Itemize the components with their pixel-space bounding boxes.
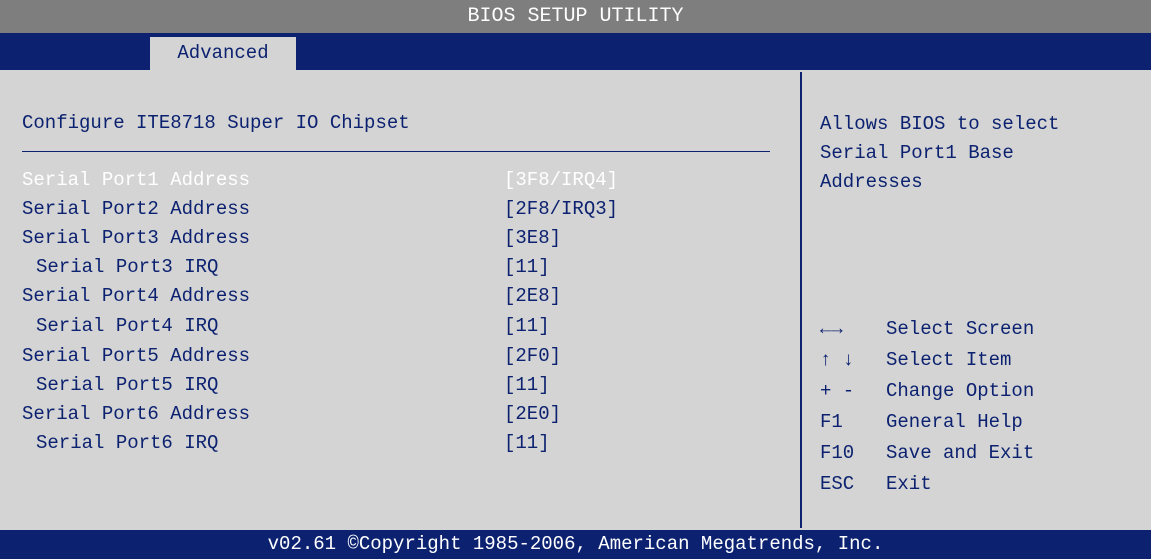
setting-label: Serial Port1 Address [22,169,251,191]
setting-value[interactable]: [3E8] [504,224,561,253]
setting-value[interactable]: [11] [504,253,550,282]
setting-label: Serial Port4 Address [22,285,251,307]
setting-value[interactable]: [2F0] [504,342,561,371]
key-action: Select Screen [886,318,1035,340]
title-bar: BIOS SETUP UTILITY [0,0,1151,33]
section-title: Configure ITE8718 Super IO Chipset [22,112,410,134]
key-action: Exit [886,473,932,495]
key-f1: F1 [820,411,843,433]
setting-value[interactable]: [11] [504,312,550,341]
setting-label: Serial Port4 IRQ [36,315,219,337]
setting-value[interactable]: [2E0] [504,400,561,429]
setting-value[interactable]: [2E8] [504,282,561,311]
help-line: Allows BIOS to select [820,113,1060,135]
setting-label: Serial Port5 IRQ [36,374,219,396]
help-line: Serial Port1 Base [820,142,1014,164]
copyright-footer: v02.61 ©Copyright 1985-2006, American Me… [0,530,1151,559]
setting-value[interactable]: [11] [504,429,550,458]
setting-label: Serial Port6 Address [22,403,251,425]
key-action: Select Item [886,349,1012,371]
key-esc: ESC [820,473,855,495]
arrow-left-right-icon: ←→ [820,318,843,340]
setting-label: Serial Port5 Address [22,345,251,367]
settings-panel: Configure ITE8718 Super IO Chipset Seria… [0,70,790,530]
key-f10: F10 [820,442,855,464]
setting-label: Serial Port6 IRQ [36,432,219,454]
setting-value[interactable]: [3F8/IRQ4] [504,166,618,195]
setting-label: Serial Port3 IRQ [36,256,219,278]
setting-label: Serial Port3 Address [22,227,251,249]
setting-value[interactable]: [2F8/IRQ3] [504,195,618,224]
key-action: Change Option [886,380,1035,402]
tab-advanced[interactable]: Advanced [150,37,296,70]
help-panel: Allows BIOS to select Serial Port1 Base … [820,110,1140,197]
setting-label: Serial Port2 Address [22,198,251,220]
key-action: Save and Exit [886,442,1035,464]
help-line: Addresses [820,171,923,193]
section-divider [22,151,770,152]
setting-value[interactable]: [11] [504,371,550,400]
panel-divider [800,72,802,528]
arrow-up-down-icon: ↑ ↓ [820,349,855,371]
tab-bar: Advanced [0,33,1151,70]
key-plus-minus: + - [820,380,855,402]
key-action: General Help [886,411,1023,433]
